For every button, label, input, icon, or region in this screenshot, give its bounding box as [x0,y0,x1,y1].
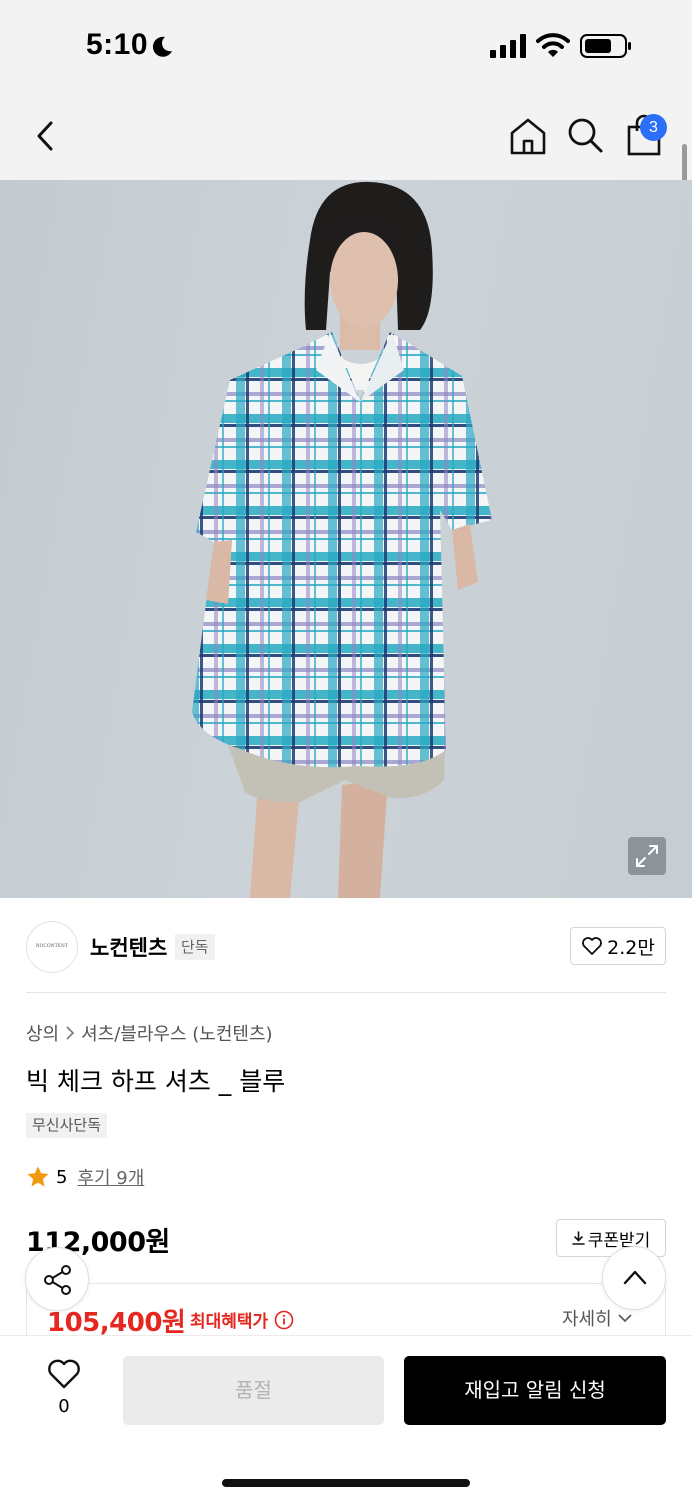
max-benefit-label: 최대혜택가 [190,1307,294,1332]
review-count-link[interactable]: 후기 9개 [77,1164,144,1190]
brand-like-count: 2.2만 [607,936,655,959]
expand-image-button[interactable] [628,837,666,875]
share-icon [44,1265,71,1295]
search-icon[interactable] [566,116,604,154]
divider [26,992,666,993]
chevron-up-icon [623,1270,647,1285]
soldout-button: 품절 [123,1356,384,1425]
scroll-to-top-button[interactable] [602,1246,666,1310]
signal-icon [490,34,526,58]
breadcrumb-item-category[interactable]: 셔츠/블라우스 (노컨텐츠) [81,1020,272,1046]
musinsa-exclusive-tag: 무신사단독 [26,1113,108,1138]
moon-icon [152,36,172,57]
restock-alert-button[interactable]: 재입고 알림 신청 [404,1356,666,1425]
rating-row: 5 후기 9개 [26,1164,144,1190]
details-link[interactable]: 자세히 [562,1305,632,1331]
wishlist-count: 0 [58,1396,70,1417]
top-navigation [0,92,692,180]
product-title: 빅 체크 하프 셔츠 _ 블루 [26,1067,286,1096]
battery-icon [580,34,631,58]
wishlist-heart-icon[interactable] [46,1358,82,1390]
status-time: 5:10 [86,28,149,61]
rating-value: 5 [56,1166,68,1188]
back-icon[interactable] [30,118,60,154]
wifi-icon [536,33,570,57]
chevron-down-icon [618,1314,632,1323]
breadcrumb: 상의 셔츠/블라우스 (노컨텐츠) [26,1020,273,1046]
brand-name[interactable]: 노컨텐츠 [90,932,167,962]
brand-like-button[interactable]: 2.2만 [570,927,666,965]
download-icon [571,1231,585,1245]
info-icon[interactable] [274,1310,294,1330]
expand-icon [636,845,658,867]
product-image[interactable] [0,180,692,898]
model-photo [192,181,492,898]
home-indicator[interactable] [222,1479,470,1487]
chevron-right-icon [66,1026,75,1040]
breadcrumb-item-top[interactable]: 상의 [26,1020,59,1046]
heart-icon [582,937,603,955]
max-benefit-text: 최대혜택가 [190,1312,269,1332]
brand-logo[interactable]: NOCONTENT [26,921,78,973]
share-button[interactable] [25,1247,89,1311]
exclusive-tag: 단독 [175,934,215,960]
status-bar: 5:10 [0,0,692,92]
home-icon[interactable] [508,116,548,156]
details-label: 자세히 [562,1309,612,1330]
star-icon [27,1166,49,1187]
cart-count-badge: 3 [640,114,667,141]
